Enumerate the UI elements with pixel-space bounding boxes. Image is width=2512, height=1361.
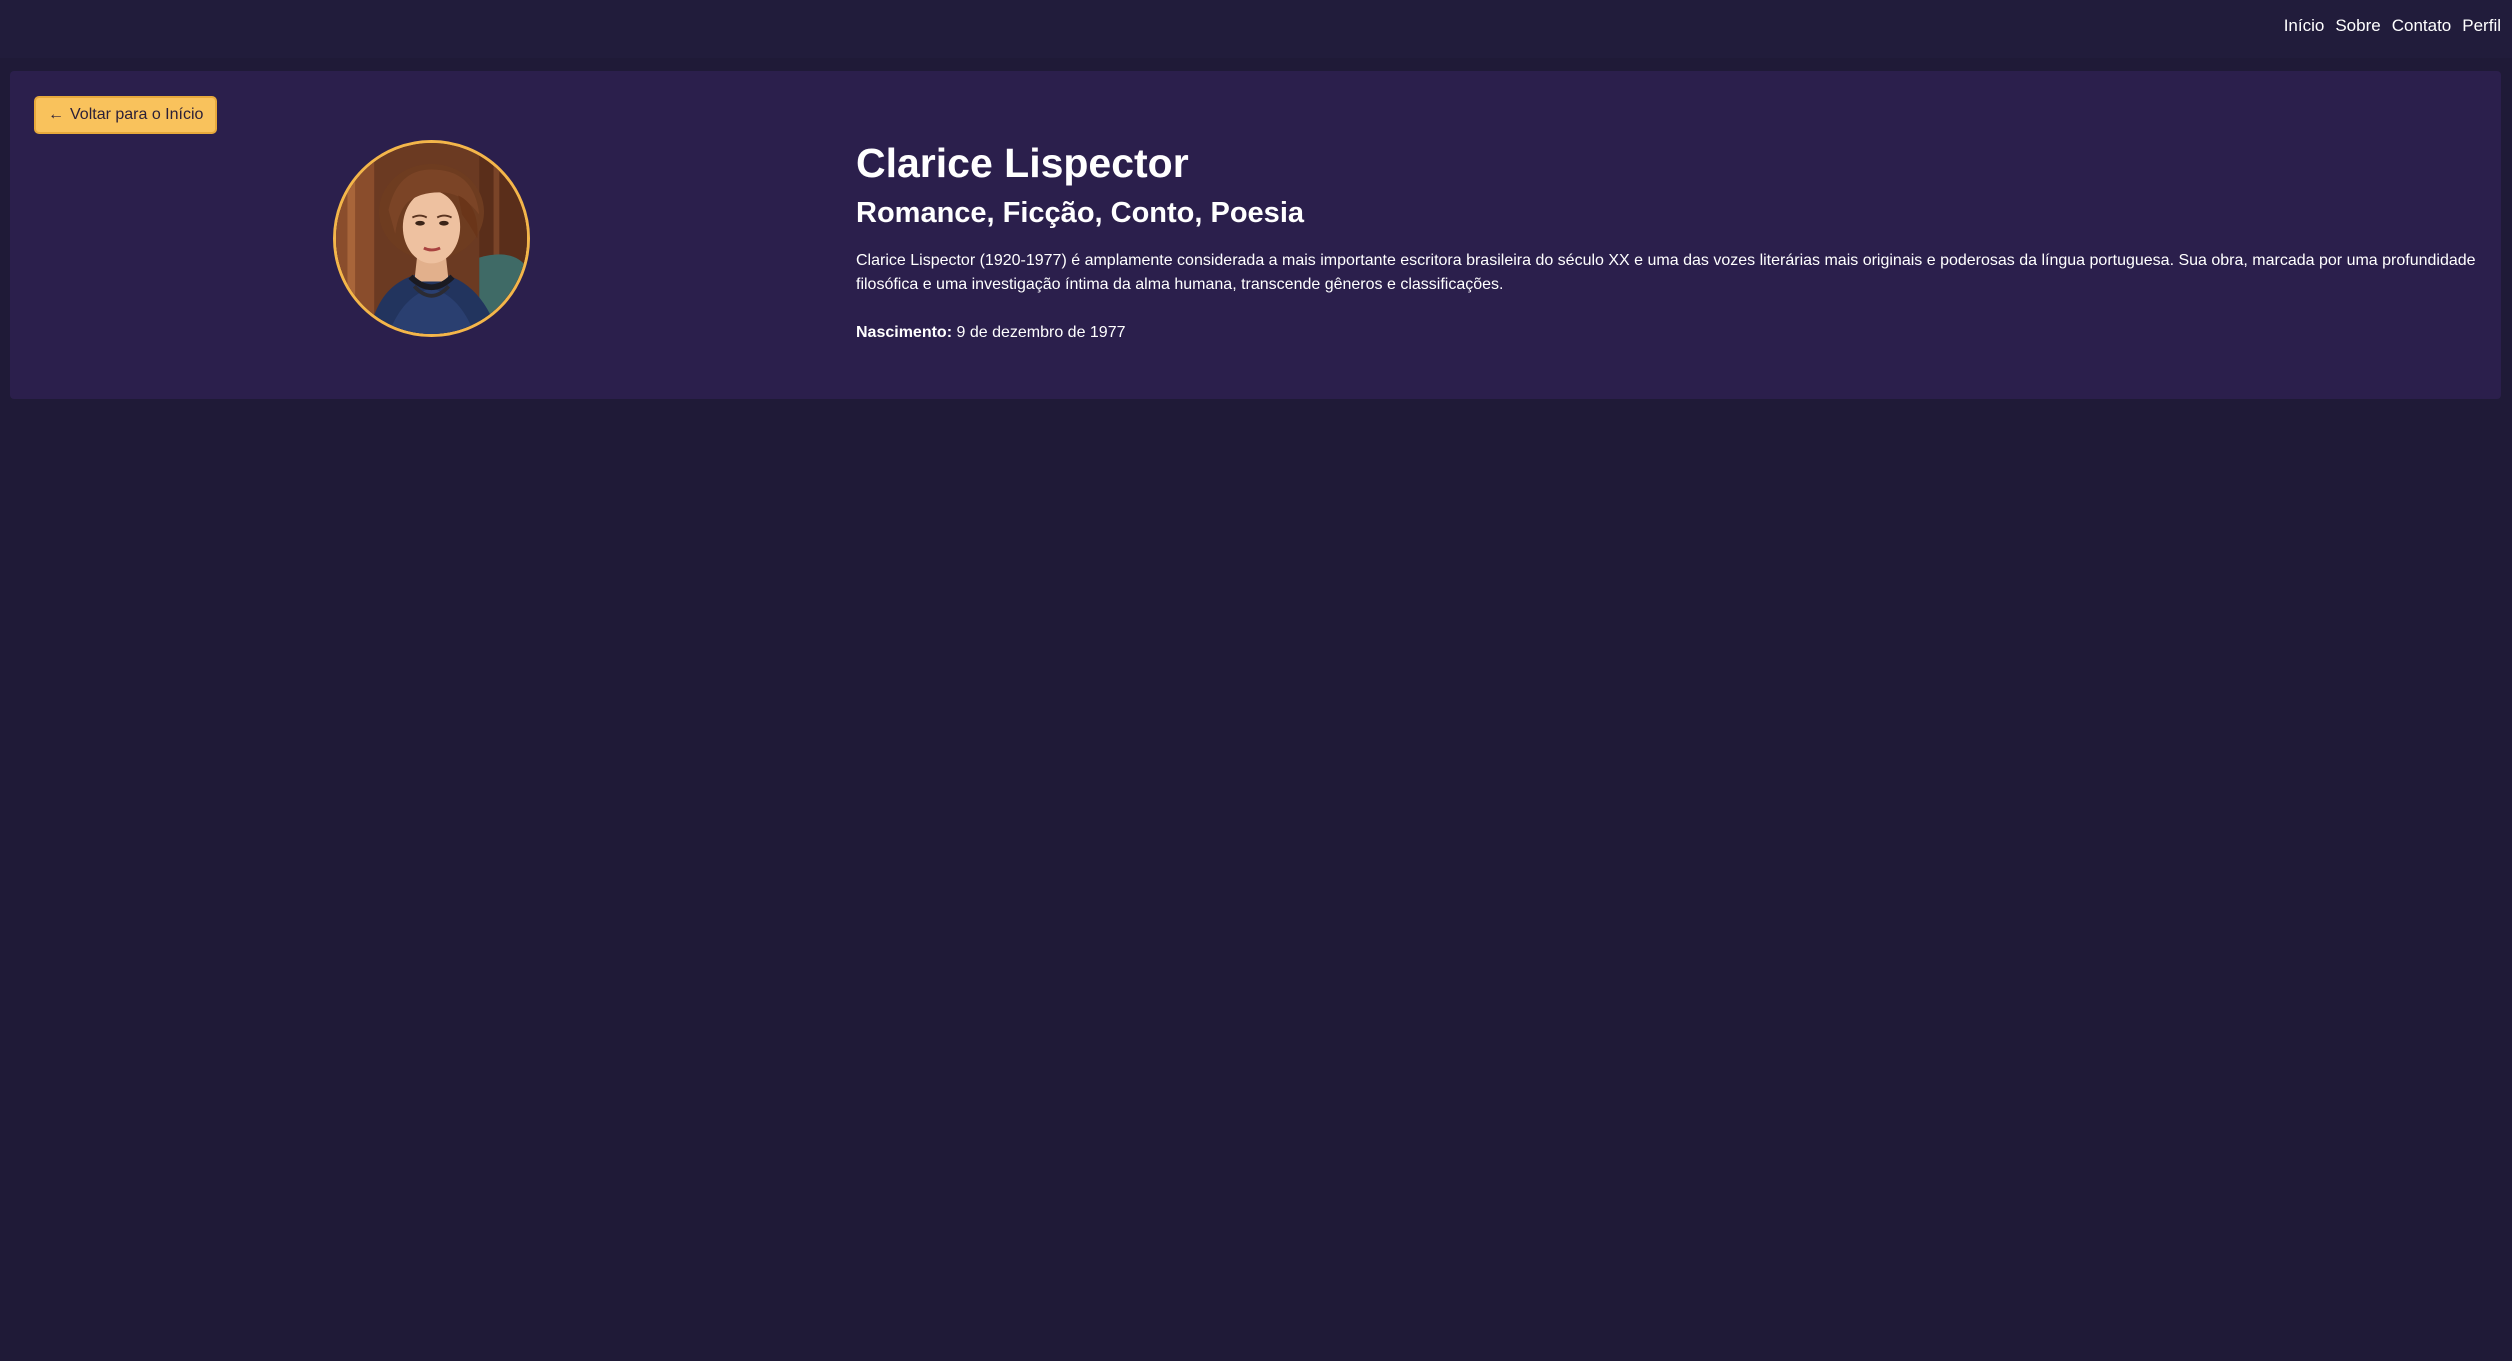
author-name: Clarice Lispector xyxy=(856,140,1189,186)
birth-label: Nascimento: xyxy=(856,323,953,341)
author-avatar xyxy=(333,140,530,337)
birth-value: 9 de dezembro de 1977 xyxy=(956,323,1126,341)
back-to-home-button[interactable]: ← Voltar para o Início xyxy=(34,96,218,134)
nav-link-inicio[interactable]: Início xyxy=(2284,16,2325,36)
nav-link-contato[interactable]: Contato xyxy=(2392,16,2452,36)
main-nav: Início Sobre Contato Perfil xyxy=(2284,16,2501,36)
back-button-label: Voltar para o Início xyxy=(70,106,204,123)
author-bio: Clarice Lispector (1920-1977) é amplamen… xyxy=(856,251,2476,293)
nav-link-perfil[interactable]: Perfil xyxy=(2462,16,2501,36)
nav-link-sobre[interactable]: Sobre xyxy=(2335,16,2380,36)
author-info: Clarice Lispector Romance, Ficção, Conto… xyxy=(856,139,2476,345)
author-genres: Romance, Ficção, Conto, Poesia xyxy=(856,197,1304,230)
author-card: ← Voltar para o Início Clarice Lispector… xyxy=(10,71,2501,399)
top-navbar: Início Sobre Contato Perfil xyxy=(0,0,2512,58)
arrow-left-icon: ← xyxy=(48,106,64,123)
author-birth: Nascimento: 9 de dezembro de 1977 xyxy=(856,321,2476,345)
author-portrait-image xyxy=(336,143,527,334)
